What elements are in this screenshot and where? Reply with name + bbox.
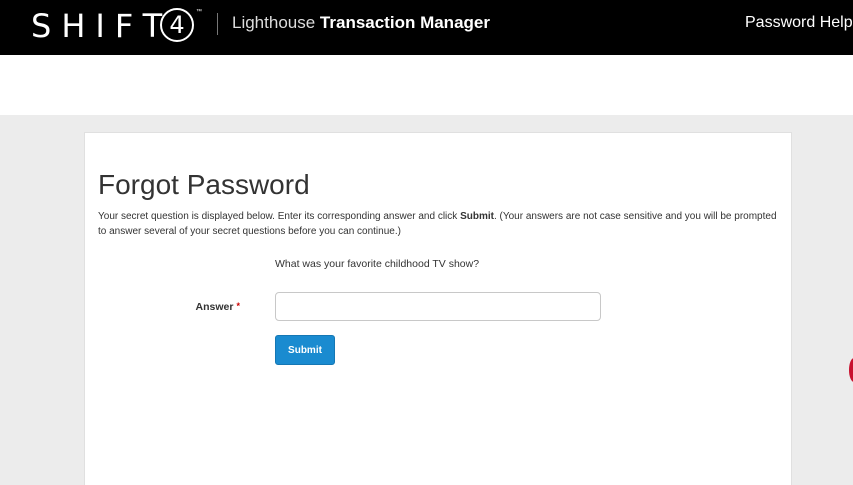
shift4-logo-circle-icon: 4 (160, 8, 194, 42)
answer-input[interactable] (275, 292, 601, 321)
required-asterisk: * (236, 301, 240, 311)
answer-label: Answer * (150, 301, 240, 313)
header-divider (217, 13, 218, 35)
instructions-text: Your secret question is displayed below.… (98, 209, 786, 239)
app-title-bold: Transaction Manager (319, 13, 490, 32)
submit-button[interactable]: Submit (275, 335, 335, 365)
app-title: Lighthouse Transaction Manager (232, 12, 490, 34)
edge-widget-icon[interactable] (849, 358, 853, 382)
shift4-logo-text: SHIFT (31, 7, 173, 45)
subheader-band (0, 55, 853, 115)
trademark-mark: ™ (196, 9, 202, 15)
top-navigation-bar: SHIFT 4 ™ Lighthouse Transaction Manager… (0, 0, 853, 55)
app-title-light: Lighthouse (232, 13, 316, 32)
password-help-link[interactable]: Password Help (745, 13, 853, 33)
instructions-prefix: Your secret question is displayed below.… (98, 211, 461, 222)
page-title: Forgot Password (98, 169, 310, 200)
answer-label-text: Answer (195, 301, 234, 313)
instructions-submit-word: Submit (460, 211, 494, 222)
secret-question: What was your favorite childhood TV show… (275, 258, 480, 270)
